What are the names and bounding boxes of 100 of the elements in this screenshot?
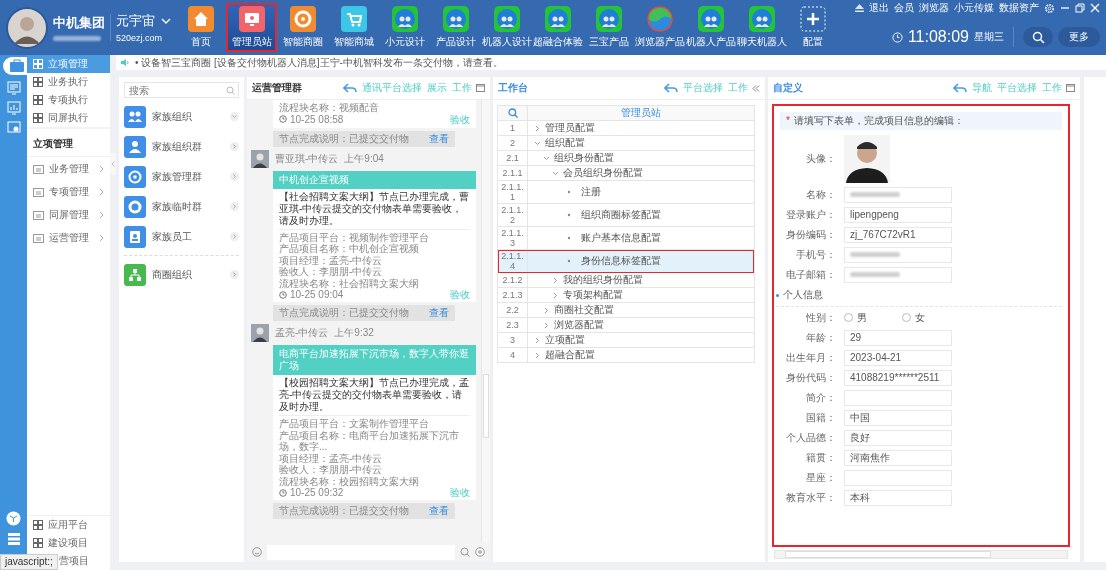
chevron-right-icon[interactable] <box>543 321 550 329</box>
chevron-right-icon[interactable] <box>230 172 239 181</box>
nav-button[interactable]: 聊天机器人 <box>736 3 787 52</box>
search-button[interactable] <box>1023 27 1053 47</box>
chevron-right-icon[interactable] <box>552 276 559 284</box>
collapse-handle[interactable] <box>110 153 116 175</box>
group-item[interactable]: 家族员工 <box>124 225 239 248</box>
group-item[interactable]: 家族组织群 <box>124 135 239 158</box>
server-icon[interactable] <box>6 532 21 546</box>
more-button[interactable]: 更多 <box>1058 27 1100 47</box>
nav-button[interactable]: 机器人设计 <box>481 3 532 52</box>
input-field[interactable] <box>844 186 952 203</box>
menu-item[interactable]: 同屏管理 <box>27 203 110 226</box>
nav-button[interactable]: 配置 <box>787 3 838 52</box>
close-icon[interactable] <box>1090 3 1100 13</box>
input-field[interactable]: 中国 <box>844 409 952 426</box>
input-field[interactable]: lipengpeng <box>844 206 952 223</box>
cube-icon[interactable] <box>6 511 21 526</box>
group-item[interactable]: 家族管理群 <box>124 165 239 188</box>
chevron-down-icon[interactable] <box>161 17 171 25</box>
nav-button[interactable]: 管理员站 <box>226 3 277 52</box>
nav-button[interactable]: 首页 <box>175 3 226 52</box>
emoji-icon[interactable] <box>252 547 262 557</box>
chevron-right-icon[interactable] <box>534 124 541 132</box>
input-field[interactable]: 河南焦作 <box>844 449 952 466</box>
tree-row[interactable]: 2.1 组织身份配置 <box>498 151 754 166</box>
add-icon[interactable] <box>475 547 485 557</box>
settings-icon[interactable] <box>1044 2 1055 14</box>
tree-row[interactable]: 2.1.1.2 组织商圈标签配置 <box>498 204 754 227</box>
nav-button[interactable]: 三宝产品 <box>583 3 634 52</box>
search-field[interactable]: 搜索 <box>124 82 239 98</box>
back-arrow-icon[interactable] <box>664 83 678 93</box>
menu-item[interactable]: 建设项目 <box>27 534 110 552</box>
back-arrow-icon[interactable] <box>343 83 357 93</box>
group-item[interactable]: 商圈组织 <box>124 263 239 286</box>
chevron-right-icon[interactable] <box>230 142 239 151</box>
scrollbar[interactable] <box>774 550 1068 559</box>
tree-row[interactable]: 2.1.1.1 注册 <box>498 181 754 204</box>
nav-button[interactable]: 超融合体验 <box>532 3 583 52</box>
restore-icon[interactable] <box>1075 3 1085 13</box>
window-icon[interactable] <box>1066 84 1075 92</box>
nav-button[interactable]: 产品设计 <box>430 3 481 52</box>
back-arrow-icon[interactable] <box>953 83 967 93</box>
menu-item[interactable]: 专项执行 <box>27 91 110 109</box>
menu-item[interactable]: 运营管理 <box>27 226 110 249</box>
eject-icon[interactable] <box>855 4 864 12</box>
menu-item[interactable]: 应用平台 <box>27 516 110 534</box>
nav-button[interactable]: 浏览器产品 <box>634 3 685 52</box>
chevron-right-icon[interactable] <box>230 270 239 279</box>
briefcase-icon[interactable] <box>8 59 25 73</box>
tree-row[interactable]: 2.1.1 会员组织身份配置 <box>498 166 754 181</box>
scrollbar[interactable] <box>481 100 490 542</box>
tree-row[interactable]: 2.1.3 专项架构配置 <box>498 288 754 303</box>
input-field[interactable]: 2023-04-21 <box>844 349 952 366</box>
chart-monitor-icon[interactable] <box>6 101 21 115</box>
top-link[interactable]: 会员 <box>894 2 914 14</box>
input-field[interactable]: 良好 <box>844 429 952 446</box>
top-link[interactable]: 数据资产 <box>999 2 1039 14</box>
tree-row[interactable]: 1 管理员配置 <box>498 121 754 136</box>
radio-option[interactable]: 男 <box>844 310 894 325</box>
tree-row[interactable]: 2.3 浏览器配置 <box>498 318 754 333</box>
monitor-gear-icon[interactable] <box>6 121 21 135</box>
nav-button[interactable]: 智能商圈 <box>277 3 328 52</box>
menu-item[interactable]: 同屏执行 <box>27 109 110 127</box>
tree-row[interactable]: 2 组织配置 <box>498 136 754 151</box>
chevron-down-icon[interactable] <box>543 154 550 162</box>
tree-row[interactable]: 4 超融合配置 <box>498 348 754 363</box>
chevron-right-icon[interactable] <box>230 202 239 211</box>
tree-row[interactable]: 2.2 商圈社交配置 <box>498 303 754 318</box>
tree-row[interactable]: 2.1.1.4 身份信息标签配置 <box>498 250 754 273</box>
menu-item[interactable]: 业务管理 <box>27 157 110 180</box>
menu-item[interactable]: 专项管理 <box>27 180 110 203</box>
nav-button[interactable]: 小元设计 <box>379 3 430 52</box>
input-field[interactable]: 41088219******2511 <box>844 369 952 386</box>
chevron-right-icon[interactable] <box>543 306 550 314</box>
tree-row[interactable]: 3 立项配置 <box>498 333 754 348</box>
nav-button[interactable]: 机器人产品 <box>685 3 736 52</box>
input-field[interactable]: zj_767C72vR1 <box>844 226 952 243</box>
chevron-right-icon[interactable] <box>552 291 559 299</box>
input-field[interactable] <box>844 266 952 283</box>
top-link[interactable]: 浏览器 <box>919 2 949 14</box>
chevron-right-icon[interactable] <box>230 232 239 241</box>
search-icon[interactable] <box>507 108 518 118</box>
chevron-right-icon[interactable] <box>534 336 541 344</box>
search-icon[interactable] <box>460 547 470 557</box>
group-item[interactable]: 家族临时群 <box>124 195 239 218</box>
chevron-right-icon[interactable] <box>534 351 541 359</box>
input-field[interactable] <box>844 246 952 263</box>
top-link[interactable]: 小元传媒 <box>954 2 994 14</box>
tree-row[interactable]: 2.1.2 我的组织身份配置 <box>498 273 754 288</box>
window-icon[interactable] <box>476 84 485 92</box>
collapse-icon[interactable] <box>752 84 760 92</box>
chevron-down-icon[interactable] <box>534 139 541 147</box>
chevron-down-icon[interactable] <box>552 169 559 177</box>
menu-item[interactable]: 业务执行 <box>27 73 110 91</box>
nav-button[interactable]: 智能商城 <box>328 3 379 52</box>
document-icon[interactable] <box>6 81 21 95</box>
top-link[interactable]: 退出 <box>869 2 889 14</box>
input-field[interactable]: 29 <box>844 329 952 346</box>
input-field[interactable]: 本科 <box>844 489 952 506</box>
